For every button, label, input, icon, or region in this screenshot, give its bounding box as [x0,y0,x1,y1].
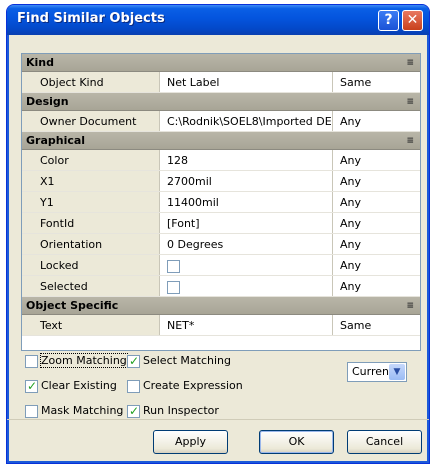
find-similar-objects-dialog: Find Similar Objects ? ✕ Kind ≡ Object K… [6,4,430,464]
section-object-specific[interactable]: Object Specific ≡ [22,297,420,315]
property-label: Locked [22,255,160,275]
zoom-matching-option[interactable]: Zoom Matching [25,353,128,369]
property-label: FontId [22,213,160,233]
button-bar: Apply OK Cancel [7,419,429,463]
mask-matching-option[interactable]: Mask Matching [25,403,123,419]
match-type-cell[interactable]: Any [334,171,420,191]
property-label: Text [22,315,160,335]
property-value[interactable]: [Font] [161,213,333,233]
property-value[interactable]: C:\Rodnik\SOEL8\Imported DEM [161,111,333,131]
property-label: Orientation [22,234,160,254]
scope-select[interactable]: Current ▼ [347,362,407,382]
property-value-cell [161,276,333,296]
collapse-chevron-icon[interactable]: ≡ [406,297,414,315]
zoom-matching-label: Zoom Matching [40,353,128,368]
selected-checkbox[interactable] [167,280,180,294]
property-row-object-kind: Object Kind Net Label Same [22,72,420,93]
dialog-title: Find Similar Objects [17,11,165,26]
cancel-button[interactable]: Cancel [347,430,422,454]
section-design[interactable]: Design ≡ [22,93,420,111]
property-label: Color [22,150,160,170]
create-expression-checkbox[interactable] [127,379,140,393]
chevron-down-icon[interactable]: ▼ [389,364,405,380]
property-row-selected: Selected Any [22,276,420,297]
match-type-cell[interactable]: Same [334,315,420,335]
property-label: Selected [22,276,160,296]
section-title: Design [26,95,69,108]
ok-button[interactable]: OK [259,430,334,454]
collapse-chevron-icon[interactable]: ≡ [406,93,414,111]
property-label: Y1 [22,192,160,212]
property-value[interactable]: 0 Degrees [161,234,333,254]
mask-matching-label: Mask Matching [41,404,124,417]
clear-existing-checkbox[interactable] [25,378,38,394]
property-row-fontid: FontId [Font] Any [22,213,420,234]
apply-button[interactable]: Apply [153,430,228,454]
match-type-cell[interactable]: Any [334,192,420,212]
title-bar[interactable]: Find Similar Objects ? ✕ [7,5,429,35]
section-title: Graphical [26,134,86,147]
property-value-cell [161,255,333,275]
properties-grid: Kind ≡ Object Kind Net Label Same Design… [21,53,421,351]
scope-select-value: Current [352,365,394,378]
select-matching-label: Select Matching [143,354,232,367]
property-row-orientation: Orientation 0 Degrees Any [22,234,420,255]
match-type-cell[interactable]: Any [334,213,420,233]
property-value[interactable]: NET* [161,315,333,335]
select-matching-checkbox[interactable] [127,353,140,369]
run-inspector-option[interactable]: Run Inspector [127,403,219,419]
help-button[interactable]: ? [378,10,399,31]
clear-existing-label: Clear Existing [41,379,117,392]
section-title: Kind [26,56,54,69]
property-value[interactable]: 11400mil [161,192,333,212]
property-row-locked: Locked Any [22,255,420,276]
clear-existing-option[interactable]: Clear Existing [25,378,117,394]
property-row-y1: Y1 11400mil Any [22,192,420,213]
locked-checkbox[interactable] [167,259,180,273]
match-type-cell[interactable]: Any [334,111,420,131]
property-row-text: Text NET* Same [22,315,420,336]
mask-matching-checkbox[interactable] [25,404,38,418]
property-row-owner-document: Owner Document C:\Rodnik\SOEL8\Imported … [22,111,420,132]
collapse-chevron-icon[interactable]: ≡ [406,54,414,72]
section-title: Object Specific [26,299,119,312]
run-inspector-checkbox[interactable] [127,403,140,419]
close-button[interactable]: ✕ [402,10,423,31]
match-type-cell[interactable]: Any [334,276,420,296]
match-type-cell[interactable]: Any [334,150,420,170]
section-graphical[interactable]: Graphical ≡ [22,132,420,150]
property-row-color: Color 128 Any [22,150,420,171]
match-type-cell[interactable]: Any [334,255,420,275]
property-value[interactable]: 2700mil [161,171,333,191]
property-row-x1: X1 2700mil Any [22,171,420,192]
collapse-chevron-icon[interactable]: ≡ [406,132,414,150]
property-label: Object Kind [22,72,160,92]
match-type-cell[interactable]: Same [334,72,420,92]
property-label: Owner Document [22,111,160,131]
run-inspector-label: Run Inspector [143,404,219,417]
property-value[interactable]: Net Label [161,72,333,92]
property-label: X1 [22,171,160,191]
create-expression-label: Create Expression [143,379,243,392]
section-kind[interactable]: Kind ≡ [22,54,420,72]
select-matching-option[interactable]: Select Matching [127,353,231,369]
zoom-matching-checkbox[interactable] [25,354,38,368]
create-expression-option[interactable]: Create Expression [127,378,243,394]
match-type-cell[interactable]: Any [334,234,420,254]
property-value[interactable]: 128 [161,150,333,170]
